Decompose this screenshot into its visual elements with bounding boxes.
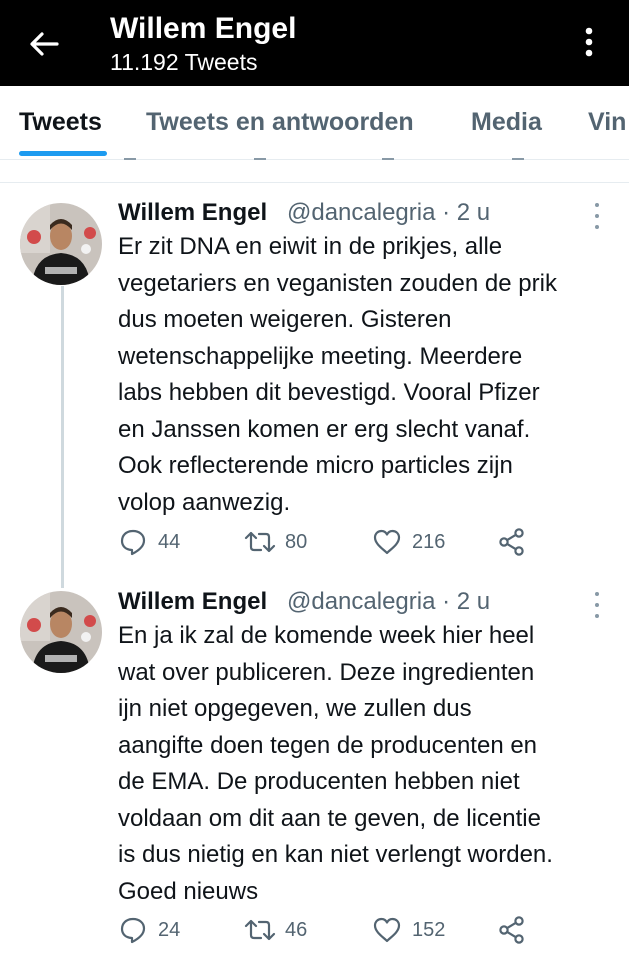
tweet-text-line: Er zit DNA en eiwit in de prikjes, alle [118,233,503,260]
top-bar: Willem Engel 11.192 Tweets [0,0,629,86]
share-icon[interactable] [512,150,524,160]
tweet-text-line: de EMA. De producenten hebben niet [118,768,520,795]
like-icon [373,917,401,943]
tweet-more-button[interactable] [591,202,603,232]
back-button[interactable] [24,24,64,64]
reply-button[interactable] [118,914,148,946]
reply-count: 24 [158,919,181,941]
reply-icon[interactable] [124,150,136,160]
tab-tweets-and-replies[interactable]: Tweets en antwoorden [146,108,414,137]
retweet-icon [244,531,276,553]
reply-count: 44 [158,531,181,553]
retweet-button[interactable] [243,526,277,558]
retweet-icon [244,919,276,941]
tweet-text-line: volop aanwezig. [118,488,291,516]
thread-connector [61,286,64,588]
avatar[interactable] [20,203,102,285]
like-icon [373,529,401,555]
back-arrow-icon [30,32,59,56]
like-button[interactable] [372,914,402,946]
reply-icon [120,529,146,556]
retweet-count: 46 [285,919,308,941]
retweet-count: 80 [285,531,308,553]
share-icon [499,916,524,944]
avatar-image [20,591,102,673]
tweet-text-line: Ook reflecterende micro particles zijn [118,452,513,479]
profile-tabs: Tweets Tweets en antwoorden Media Vin [0,86,629,160]
reply-button[interactable] [118,526,148,558]
tweet-time[interactable]: 2 u [457,588,490,615]
more-vertical-icon [585,27,593,57]
share-icon [499,528,524,556]
retweet-icon[interactable] [254,150,266,160]
tweet-more-button[interactable] [591,591,603,621]
tweet-text-line: voldaan om dit aan te geven, de licentie [118,804,541,832]
tab-media[interactable]: Media [471,108,542,137]
avatar[interactable] [20,591,102,673]
share-button[interactable] [497,914,527,946]
tweet-handle[interactable]: @dancalegria [287,588,435,615]
divider [0,182,629,183]
profile-title: Willem Engel [110,12,297,45]
tweet-text-line: labs hebben dit bevestigd. Vooral Pfizer [118,379,540,406]
tweet-time[interactable]: 2 u [457,199,490,226]
like-button[interactable] [372,526,402,558]
more-options-button[interactable] [574,22,604,62]
like-icon[interactable] [382,150,394,160]
previous-tweet-actions [0,150,629,164]
retweet-button[interactable] [243,914,277,946]
tweet-text: En ja ik zal de komende week hier heel w… [118,618,613,910]
tweet-text-line: En ja ik zal de komende week hier heel [118,622,535,649]
tweet-text-line: wat over publiceren. Deze ingredienten [118,658,535,686]
share-button[interactable] [497,526,527,558]
avatar-image [20,203,102,285]
tweet-text-line: vegetariers en veganisten zouden de prik [118,269,557,297]
tweet-text-line: aangifte doen tegen de producenten en [118,731,538,759]
tweet-text-line: is dus nietig en kan niet verlengt worde… [118,841,553,868]
tweet-text: Er zit DNA en eiwit in de prikjes, alle … [118,229,613,521]
tweet-author-name[interactable]: Willem Engel [118,199,267,227]
tab-likes[interactable]: Vin [588,108,626,137]
reply-icon [120,917,146,944]
like-count: 216 [412,531,446,553]
tweet-text-line: dus moeten weigeren. Gisteren [118,306,452,333]
like-count: 152 [412,919,446,941]
tab-tweets[interactable]: Tweets [19,108,102,137]
tweet-meta: @dancalegria · 2 u [287,199,491,226]
tweet-count: 11.192 Tweets [110,49,258,75]
tweet-text-line: ijn niet opgegeven, we zullen dus [118,695,472,722]
tweet-text-line: wetenschappelijke meeting. Meerdere [118,342,523,370]
tweet-handle[interactable]: @dancalegria [287,199,435,226]
tweet-meta: @dancalegria · 2 u [287,588,491,615]
tweet-author-name[interactable]: Willem Engel [118,588,267,616]
tweet-text-line: en Janssen komen er erg slecht vanaf. [118,415,531,443]
tweet-text-line: Goed nieuws [118,877,259,905]
